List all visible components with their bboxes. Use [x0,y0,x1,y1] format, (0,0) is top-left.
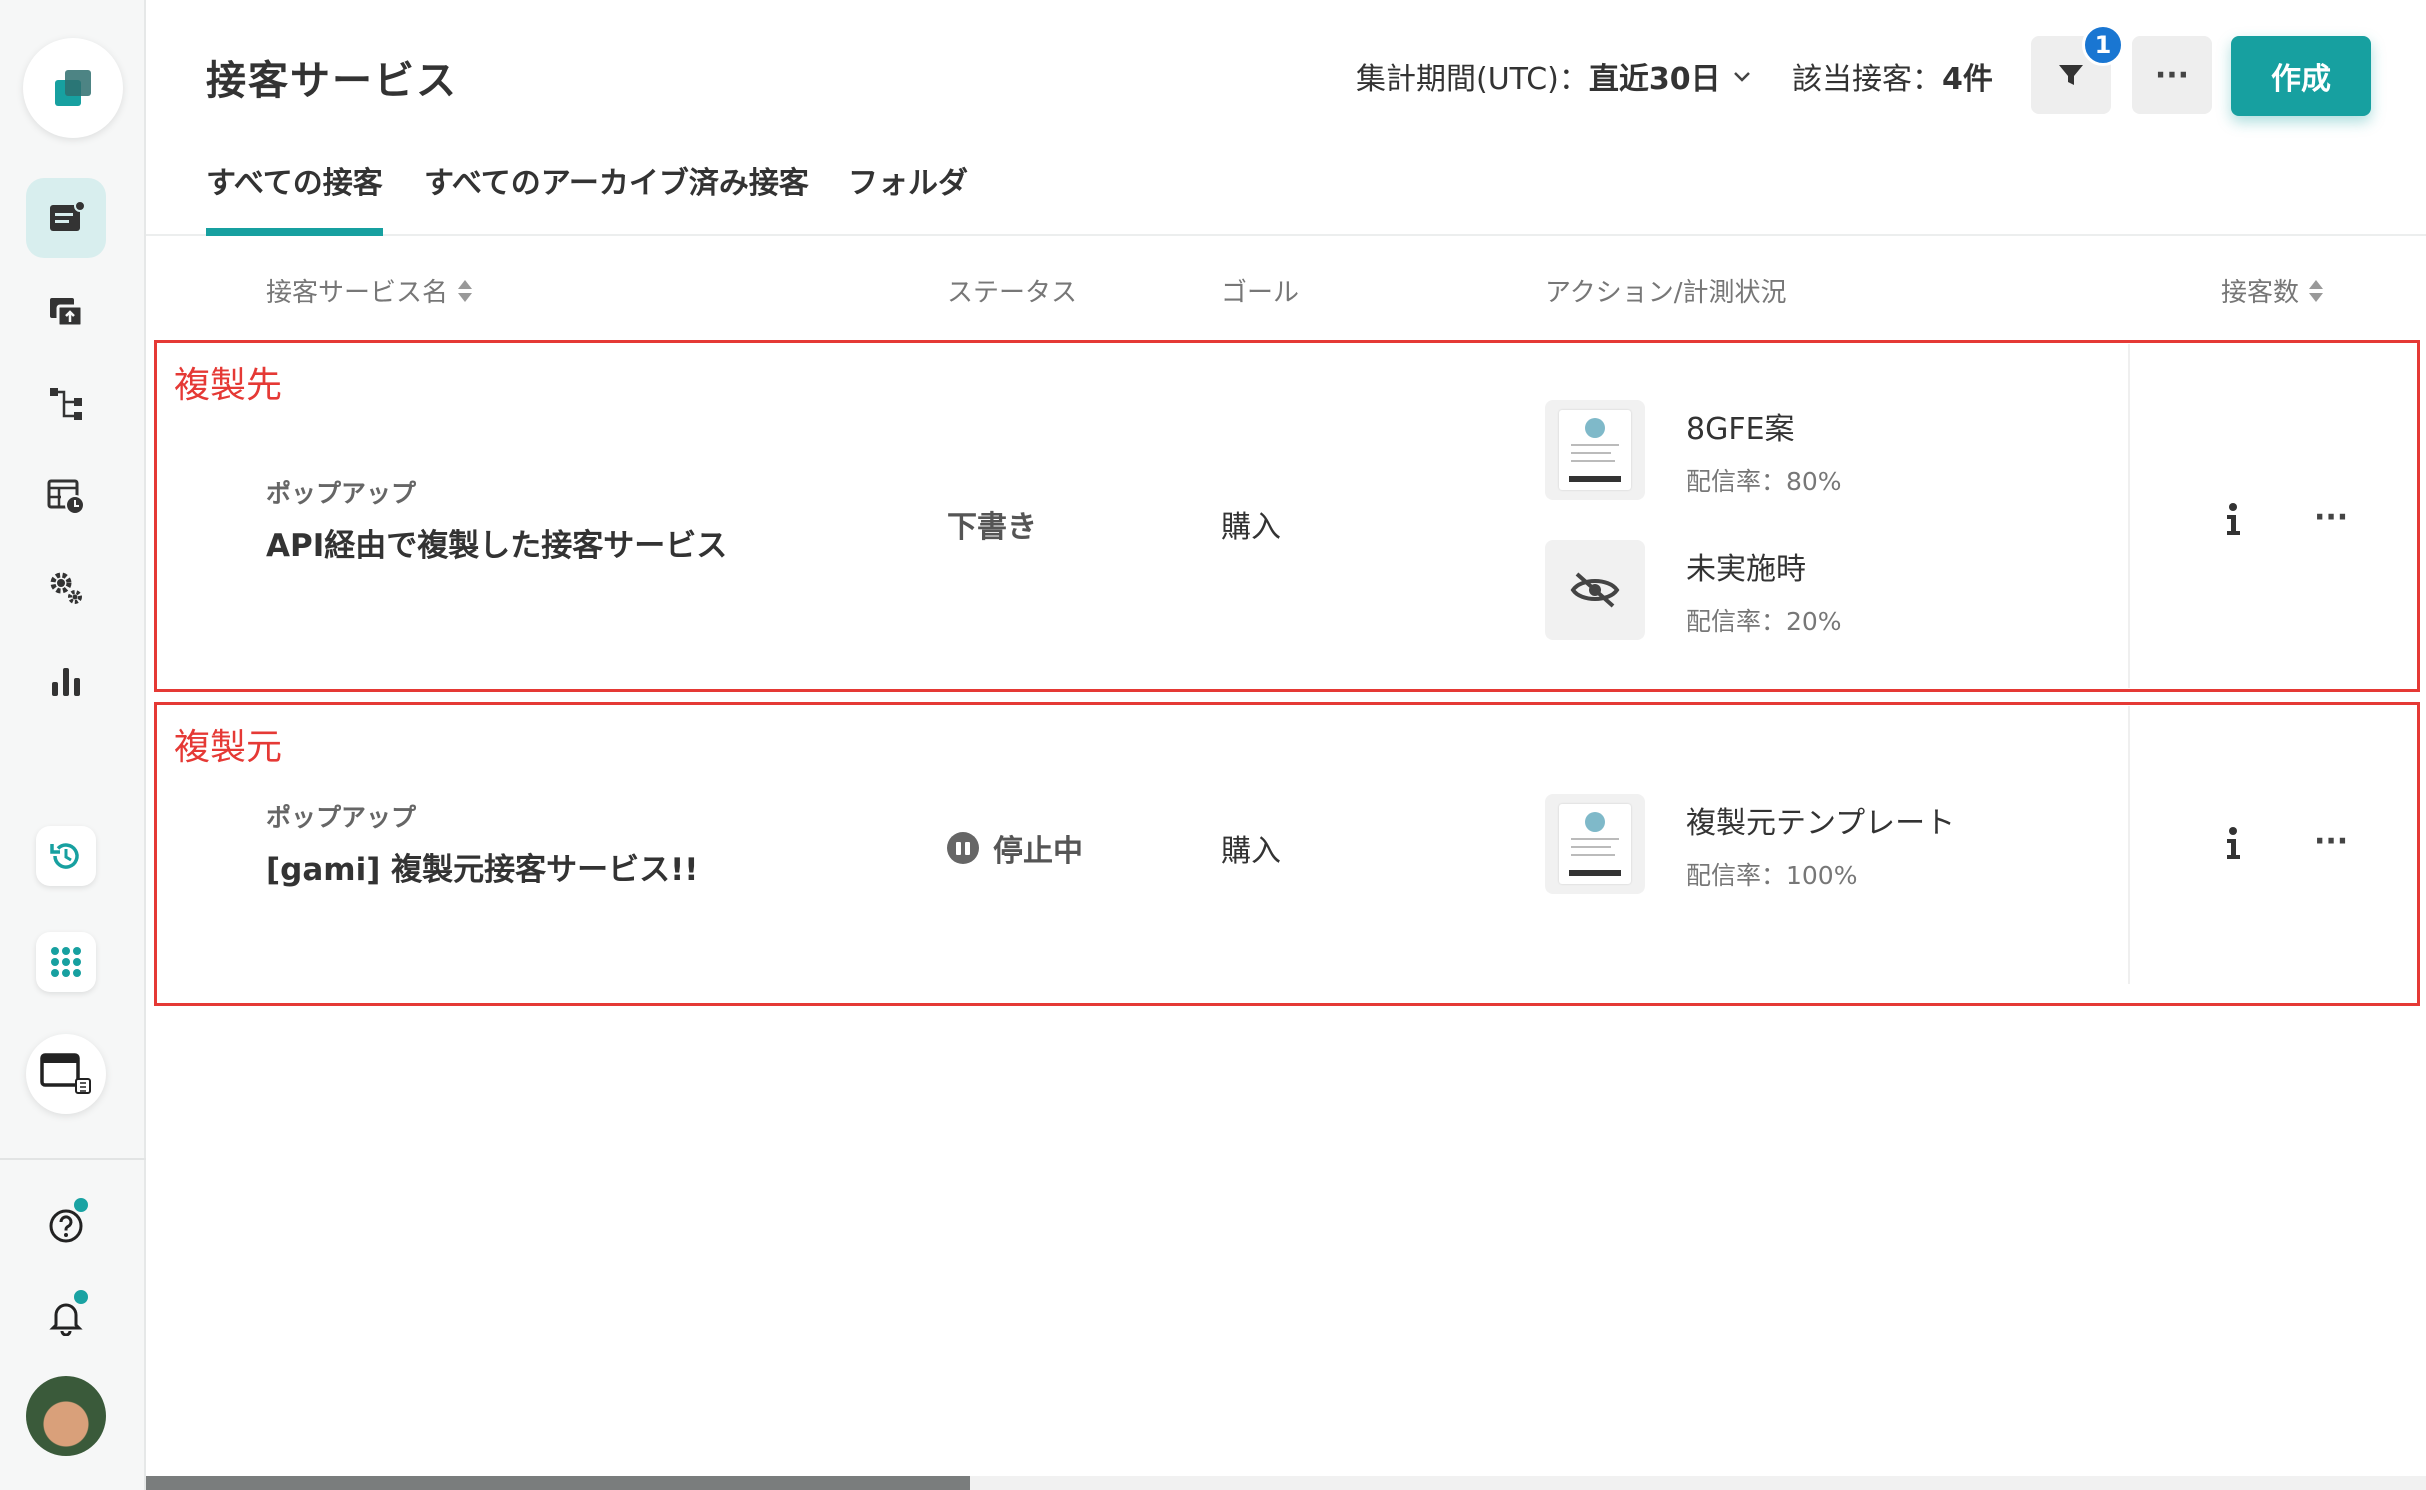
tab-all[interactable]: すべての接客 [206,158,383,202]
goal-value: 購入 [1221,510,1281,545]
eye-off-icon [1570,572,1620,608]
notification-dot [72,1288,90,1306]
campaign-name-link[interactable]: [gami] 複製元接客サービス!! [266,844,698,889]
column-header-count[interactable]: 接客数 [2221,272,2324,309]
row-divider [2128,706,2130,984]
column-header-name-label: 接客サービス名 [266,278,449,308]
app-logo[interactable] [23,38,123,138]
page-title: 接客サービス [206,58,458,104]
template-icon [50,298,84,328]
goal-value: 購入 [1221,834,1281,869]
popup-preview-icon [1559,804,1631,884]
sidebar-item-campaigns[interactable] [26,178,106,258]
calendar-clock-icon [47,479,85,515]
sidebar [0,0,146,1490]
info-icon[interactable] [2218,500,2248,540]
column-header-goal: ゴール [1221,278,1300,308]
horizontal-scrollbar-thumb[interactable] [146,1476,970,1490]
tab-archived[interactable]: すべてのアーカイブ済み接客 [424,158,809,202]
sidebar-item-flow[interactable] [26,364,106,444]
campaign-type: ポップアップ [266,803,417,832]
sidebar-item-history[interactable] [36,826,96,886]
count-label: 該当接客： [1792,62,1942,97]
delivery-rate: 配信率：20% [1686,607,1842,636]
campaign-type: ポップアップ [266,479,417,508]
period-value: 直近30日 [1588,62,1721,97]
bar-chart-icon [52,668,80,696]
count-value: 4件 [1942,62,1993,97]
row-divider [2128,344,2130,688]
tab-folders[interactable]: フォルダ [848,158,968,202]
delivery-rate: 配信率：80% [1686,467,1842,496]
row-more-button[interactable]: ··· [2314,500,2348,535]
chevron-down-icon [1733,72,1750,82]
popup-preview-icon [1559,410,1631,490]
action-thumbnail[interactable] [1545,400,1645,500]
pause-icon [947,832,979,864]
sidebar-item-site[interactable] [26,1034,106,1114]
column-header-count-label: 接客数 [2221,278,2300,308]
history-icon [50,843,79,869]
help-notification-dot [72,1196,90,1214]
campaign-name-link[interactable]: API経由で複製した接客サービス [266,520,727,565]
user-avatar[interactable] [26,1376,106,1456]
delivery-rate: 配信率：100% [1686,861,1858,890]
sidebar-item-schedule[interactable] [26,456,106,536]
action-name[interactable]: 未実施時 [1686,544,1806,588]
tree-icon [50,388,82,420]
sidebar-item-templates[interactable] [26,272,106,352]
column-header-status: ステータス [947,278,1078,308]
active-tab-indicator [206,228,383,236]
period-selector[interactable]: 集計期間(UTC)： 直近30日 [1356,54,1755,98]
column-header-action: アクション/計測状況 [1545,278,1787,308]
filter-icon [2059,65,2083,85]
sidebar-divider [0,1158,146,1160]
sort-icon [458,279,473,302]
create-button[interactable]: 作成 [2231,36,2371,116]
status-text: 下書き [947,510,1037,545]
filter-count-badge: 1 [2082,24,2124,66]
action-thumbnail[interactable] [1545,540,1645,640]
table-row[interactable] [154,340,2420,692]
sort-icon [2309,279,2324,302]
sidebar-item-help[interactable] [26,1186,106,1266]
status-badge: 下書き [947,502,1037,546]
grid-icon [51,947,81,977]
action-name[interactable]: 8GFE案 [1686,404,1795,448]
column-header-name[interactable]: 接客サービス名 [266,272,473,309]
action-thumbnail[interactable] [1545,794,1645,894]
info-icon[interactable] [2218,824,2248,864]
sidebar-item-notifications[interactable] [26,1276,106,1356]
tabs-border [146,234,2426,236]
row-annotation: 複製元 [174,727,283,768]
action-name[interactable]: 複製元テンプレート [1686,798,1955,842]
status-text: 停止中 [993,834,1083,869]
sidebar-item-analytics[interactable] [26,640,106,720]
more-options-button[interactable]: ··· [2132,36,2212,114]
campaign-icon [50,200,86,231]
period-label: 集計期間(UTC)： [1356,62,1589,97]
row-annotation: 複製先 [174,365,283,406]
browser-window-icon [40,1053,91,1094]
row-more-button[interactable]: ··· [2314,824,2348,859]
result-count: 該当接客：4件 [1792,54,1993,98]
status-badge: 停止中 [947,826,1083,870]
gears-icon [50,572,82,604]
sidebar-item-apps[interactable] [36,932,96,992]
logo-icon [55,70,91,106]
sidebar-item-settings[interactable] [26,548,106,628]
